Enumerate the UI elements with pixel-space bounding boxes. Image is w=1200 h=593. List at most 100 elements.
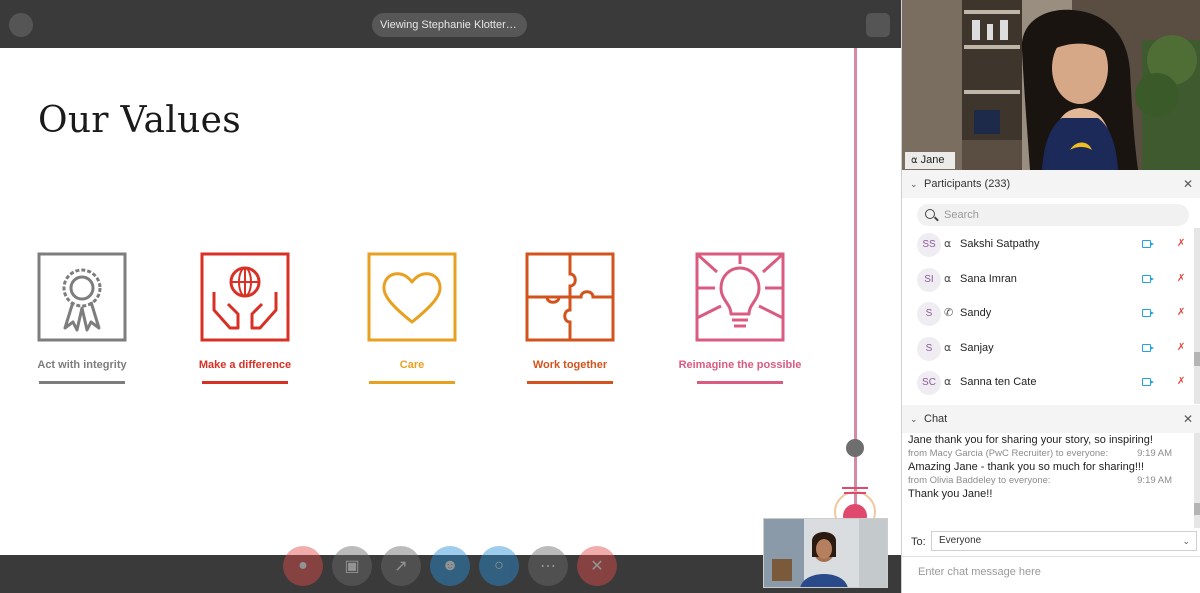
shared-content-area: Viewing Stephanie Klotter (P... Our Valu… [0,0,901,593]
more-button[interactable]: ⋯ [528,546,568,586]
muted-mic-icon[interactable]: ✗ [1177,238,1185,249]
participants-header[interactable]: ⌄ Participants (233) ✕ [902,170,1200,198]
participants-title: Participants (233) [924,178,1011,190]
ellipsis-icon: ⋯ [540,558,556,575]
mute-button[interactable]: ● [283,546,323,586]
video-camera-icon[interactable] [1142,240,1151,248]
avatar: SI [917,268,941,292]
close-icon: ✕ [590,558,604,575]
participants-scrollbar[interactable] [1194,228,1200,404]
participant-name: Sanna ten Cate [960,376,1037,388]
value-care: Care [352,252,472,384]
value-underline [527,381,613,384]
chat-message-text: Jane thank you for sharing your story, s… [908,434,1153,446]
participant-name: Sakshi Satpathy [960,238,1040,250]
video-camera-icon: ▣ [344,558,360,575]
value-underline [202,381,288,384]
right-panel: ⍺ Jane ⌄ Participants (233) ✕ Search SS … [901,0,1200,593]
slide-title: Our Values [38,100,241,141]
sender-text: from Olivia Baddeley to everyone: [908,475,1051,486]
scroll-thumb[interactable] [1194,352,1200,366]
participant-row[interactable]: SC ⍺ Sanna ten Cate ✗ [902,366,1192,400]
scroll-thumb[interactable] [1194,503,1200,515]
video-camera-icon[interactable] [1142,309,1151,317]
participant-search-input[interactable]: Search [917,204,1189,226]
speaker-video-image [902,0,1200,170]
value-underline [39,381,125,384]
video-camera-icon[interactable] [1142,275,1151,283]
speaker-name-tag: ⍺ Jane [905,152,955,169]
self-view-image [764,519,887,587]
value-integrity: Act with integrity [22,252,142,384]
value-difference: Make a difference [185,252,305,384]
muted-mic-icon[interactable]: ✗ [1177,307,1185,318]
webex-meeting-window: Viewing Stephanie Klotter (P... Our Valu… [0,0,1200,593]
search-icon [925,209,935,219]
participant-row[interactable]: S ✆ Sandy ✗ [902,297,1192,331]
chat-header[interactable]: ⌄ Chat ✕ [902,405,1200,433]
avatar: S [917,302,941,326]
message-time: 9:19 AM [1137,448,1172,459]
viewing-indicator[interactable]: Viewing Stephanie Klotter (P... [372,13,527,37]
video-button[interactable]: ▣ [332,546,372,586]
heart-icon [367,252,457,342]
value-label: Care [399,359,425,371]
chat-button[interactable]: ○ [479,546,519,586]
close-chat-icon[interactable]: ✕ [1183,405,1193,433]
value-label: Reimagine the possible [678,359,802,371]
video-camera-icon[interactable] [1142,378,1151,386]
person-icon: ☻ [441,557,459,574]
share-button[interactable]: ↗ [381,546,421,586]
timeline-line [854,48,857,548]
participant-name: Sanjay [960,342,994,354]
leave-button[interactable]: ✕ [577,546,617,586]
value-work-together: Work together [510,252,630,384]
to-label: To: [911,536,926,548]
value-underline [697,381,783,384]
timeline-dot [846,439,864,457]
value-reimagine: Reimagine the possible [675,252,805,384]
headset-icon: ⍺ [944,342,952,354]
participant-name: Sandy [960,307,992,319]
self-view-video[interactable] [763,518,888,588]
chat-message-text: Thank you Jane!! [908,488,993,500]
chat-title: Chat [924,413,948,425]
recipient-select[interactable]: Everyone ⌄ [931,531,1197,551]
chat-input-placeholder: Enter chat message here [918,566,1041,578]
chevron-down-icon[interactable]: ⌄ [910,170,918,198]
chat-message-sender: from Olivia Baddeley to everyone: 9:19 A… [902,474,1192,487]
info-button[interactable] [9,13,33,37]
video-camera-icon[interactable] [1142,344,1151,352]
chat-message-input[interactable]: Enter chat message here [902,556,1200,593]
search-placeholder: Search [944,209,979,221]
participant-row[interactable]: S ⍺ Sanjay ✗ [902,332,1192,366]
phone-icon: ✆ [944,307,954,319]
chat-bubble-icon: ○ [494,557,504,574]
participant-row[interactable]: SI ⍺ Sana Imran ✗ [902,263,1192,297]
layout-button[interactable] [866,13,890,37]
value-label: Make a difference [198,359,292,371]
muted-mic-icon[interactable]: ✗ [1177,376,1185,387]
lightbulb-icon [695,252,785,342]
microphone-icon: ● [298,557,308,574]
muted-mic-icon[interactable]: ✗ [1177,342,1185,353]
chat-message-text: Amazing Jane - thank you so much for sha… [908,461,1145,473]
muted-mic-icon[interactable]: ✗ [1177,273,1185,284]
headset-icon: ⍺ [944,376,952,388]
puzzle-icon [525,252,615,342]
participant-name: Sana Imran [960,273,1017,285]
close-participants-icon[interactable]: ✕ [1183,170,1193,198]
avatar: SS [917,233,941,257]
participant-row[interactable]: SS ⍺ Sakshi Satpathy ✗ [902,228,1192,262]
hands-globe-icon [200,252,290,342]
active-speaker-video[interactable]: ⍺ Jane [902,0,1200,170]
participants-button[interactable]: ☻ [430,546,470,586]
headset-icon: ⍺ [944,273,952,285]
ribbon-award-icon [37,252,127,342]
avatar: SC [917,371,941,395]
chat-scrollbar[interactable] [1194,433,1200,528]
headset-icon: ⍺ [911,155,918,166]
chevron-down-icon[interactable]: ⌄ [910,405,918,433]
value-label: Work together [532,359,608,371]
sender-text: from Macy Garcia (PwC Recruiter) to ever… [908,448,1109,459]
